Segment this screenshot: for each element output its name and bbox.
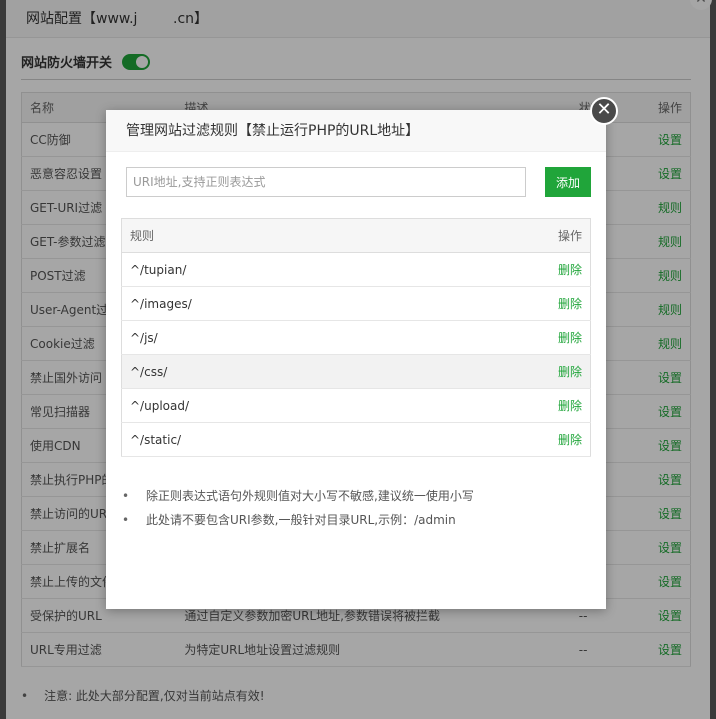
table-row: ^/upload/删除 xyxy=(121,388,591,423)
help-item: 除正则表达式语句外规则值对大小写不敏感,建议统一使用小写 xyxy=(122,484,474,508)
rule-op-cell: 删除 xyxy=(510,422,591,457)
table-row: ^/js/删除 xyxy=(121,320,591,355)
rule-op-cell: 删除 xyxy=(510,286,591,321)
table-row: ^/tupian/删除 xyxy=(121,252,591,287)
rule-pattern: ^/upload/ xyxy=(121,388,511,423)
col-header-rule: 规则 xyxy=(121,218,511,253)
rules-table: 规则 操作 ^/tupian/删除 ^/images/删除 ^/js/删除 ^/css… xyxy=(121,218,591,457)
uri-input[interactable] xyxy=(126,167,526,197)
table-row: ^/static/删除 xyxy=(121,422,591,457)
delete-link[interactable]: 删除 xyxy=(558,263,582,277)
delete-link[interactable]: 删除 xyxy=(558,365,582,379)
filter-rules-modal: 管理网站过滤规则【禁止运行PHP的URL地址】 ✕ 添加 规则 操作 ^/tup… xyxy=(106,97,618,609)
delete-link[interactable]: 删除 xyxy=(558,331,582,345)
rule-pattern: ^/tupian/ xyxy=(121,252,511,287)
rule-op-cell: 删除 xyxy=(510,354,591,389)
rule-pattern: ^/js/ xyxy=(121,320,511,355)
col-header-op: 操作 xyxy=(510,218,591,253)
help-list: 除正则表达式语句外规则值对大小写不敏感,建议统一使用小写 此处请不要包含URI参… xyxy=(122,484,474,532)
close-icon[interactable]: ✕ xyxy=(590,97,618,125)
rule-pattern: ^/static/ xyxy=(121,422,511,457)
delete-link[interactable]: 删除 xyxy=(558,399,582,413)
rule-op-cell: 删除 xyxy=(510,252,591,287)
table-row: ^/images/删除 xyxy=(121,286,591,321)
modal-title: 管理网站过滤规则【禁止运行PHP的URL地址】 xyxy=(106,110,606,152)
help-item: 此处请不要包含URI参数,一般针对目录URL,示例：/admin xyxy=(122,508,474,532)
add-button[interactable]: 添加 xyxy=(545,167,591,197)
rule-op-cell: 删除 xyxy=(510,388,591,423)
rule-pattern: ^/images/ xyxy=(121,286,511,321)
table-row: ^/css/删除 xyxy=(121,354,591,389)
delete-link[interactable]: 删除 xyxy=(558,297,582,311)
rule-pattern: ^/css/ xyxy=(121,354,511,389)
delete-link[interactable]: 删除 xyxy=(558,433,582,447)
rule-op-cell: 删除 xyxy=(510,320,591,355)
